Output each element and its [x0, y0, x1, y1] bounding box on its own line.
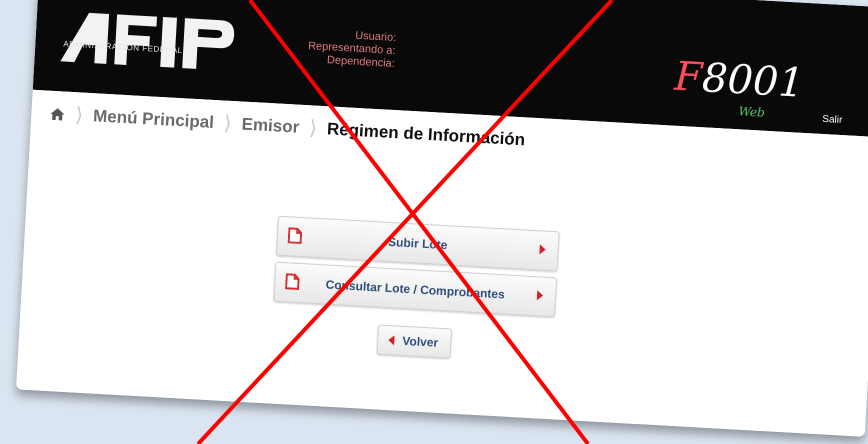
breadcrumb-separator: ⟩: [74, 104, 84, 127]
brand-title: F8001: [673, 54, 805, 107]
brand-prefix: F: [673, 53, 704, 102]
breadcrumb-issuer[interactable]: Emisor: [241, 114, 300, 137]
query-batch-button[interactable]: Consultar Lote / Comprobantes: [273, 261, 558, 318]
query-batch-label: Consultar Lote / Comprobantes: [325, 277, 506, 302]
breadcrumb-current: Régimen de Información: [326, 118, 526, 149]
brand-subtitle: Web: [738, 104, 766, 120]
upload-batch-label: Subir Lote: [387, 234, 448, 253]
main-content: ⟩ Menú Principal ⟩ Emisor ⟩ Régimen de I…: [15, 89, 868, 437]
home-icon[interactable]: [49, 105, 66, 122]
caret-right-icon: [536, 290, 544, 301]
breadcrumb-separator: ⟩: [223, 112, 233, 135]
breadcrumb-main-menu[interactable]: Menú Principal: [93, 106, 215, 133]
caret-right-icon: [539, 244, 546, 255]
back-button[interactable]: Volver: [376, 324, 453, 359]
breadcrumb-separator: ⟩: [308, 117, 318, 140]
pdf-icon: [287, 227, 303, 245]
app-window: ADMINISTRACION FEDERAL Usuario: Represen…: [15, 0, 868, 437]
stage: ADMINISTRACION FEDERAL Usuario: Represen…: [0, 0, 868, 444]
pdf-icon: [285, 273, 300, 290]
brand-number: 8001: [700, 55, 806, 107]
caret-left-icon: [388, 335, 395, 346]
logout-link[interactable]: Salir: [822, 114, 843, 126]
upload-batch-button[interactable]: Subir Lote: [275, 215, 560, 272]
user-info: Usuario: Representando a: Dependencia:: [285, 26, 397, 71]
back-label: Volver: [402, 333, 439, 350]
